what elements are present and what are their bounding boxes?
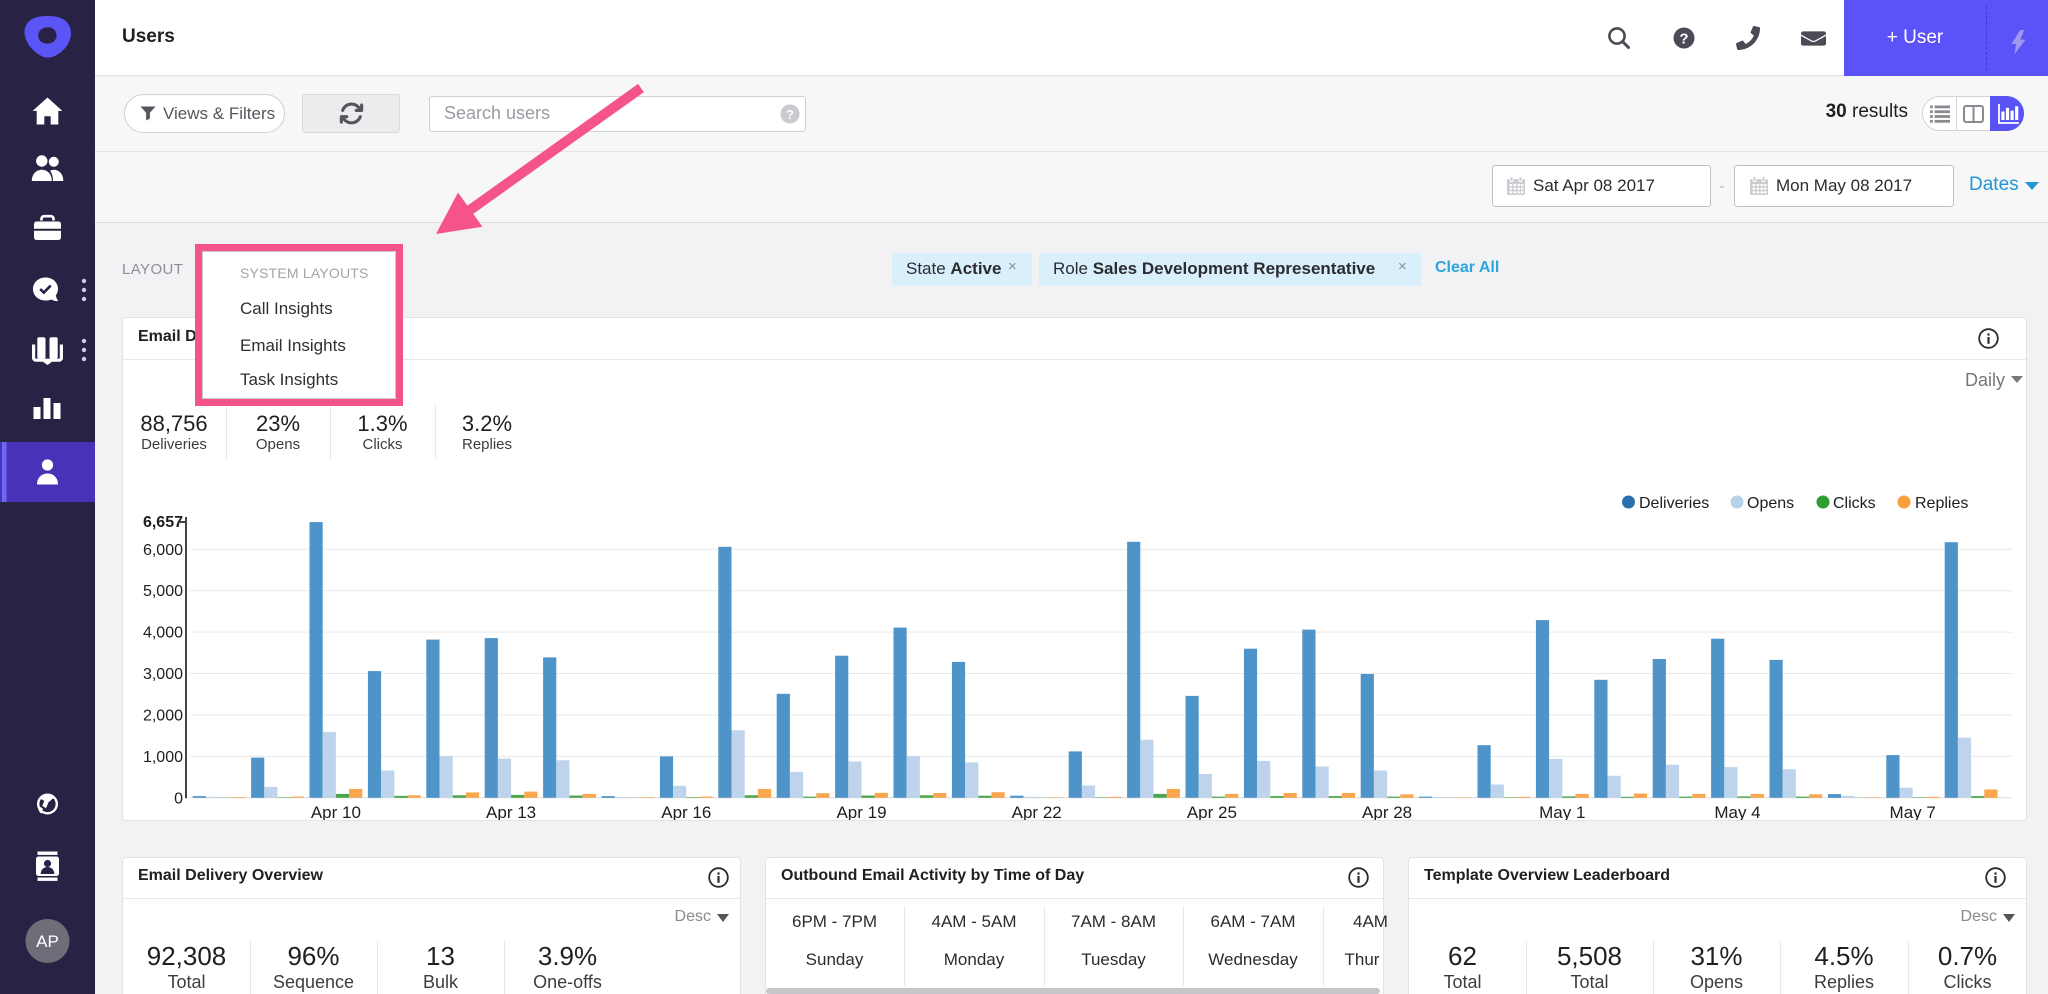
svg-text:Apr 10: Apr 10 [311, 803, 361, 820]
svg-text:6,000: 6,000 [143, 542, 183, 559]
svg-text:May 4: May 4 [1714, 803, 1760, 820]
svg-text:Replies: Replies [1915, 495, 1968, 512]
svg-text:5,000: 5,000 [143, 583, 183, 600]
svg-text:Apr 25: Apr 25 [1187, 803, 1237, 820]
svg-text:0: 0 [174, 790, 183, 807]
svg-text:6,657: 6,657 [143, 514, 183, 531]
svg-text:?: ? [1679, 31, 1688, 48]
svg-text:Apr 28: Apr 28 [1362, 803, 1412, 820]
svg-text:1,000: 1,000 [143, 749, 183, 766]
svg-text:Clicks: Clicks [1833, 495, 1876, 512]
svg-text:Apr 13: Apr 13 [486, 803, 536, 820]
svg-text:2,000: 2,000 [143, 708, 183, 725]
svg-text:Apr 16: Apr 16 [661, 803, 711, 820]
svg-text:?: ? [786, 107, 794, 122]
svg-text:Apr 22: Apr 22 [1012, 803, 1062, 820]
svg-text:Opens: Opens [1747, 495, 1794, 512]
svg-text:Deliveries: Deliveries [1639, 495, 1709, 512]
svg-text:May 7: May 7 [1890, 803, 1936, 820]
svg-text:May 1: May 1 [1539, 803, 1585, 820]
svg-text:3,000: 3,000 [143, 666, 183, 683]
svg-text:AP: AP [36, 932, 59, 951]
svg-text:Apr 19: Apr 19 [836, 803, 886, 820]
svg-text:4,000: 4,000 [143, 625, 183, 642]
